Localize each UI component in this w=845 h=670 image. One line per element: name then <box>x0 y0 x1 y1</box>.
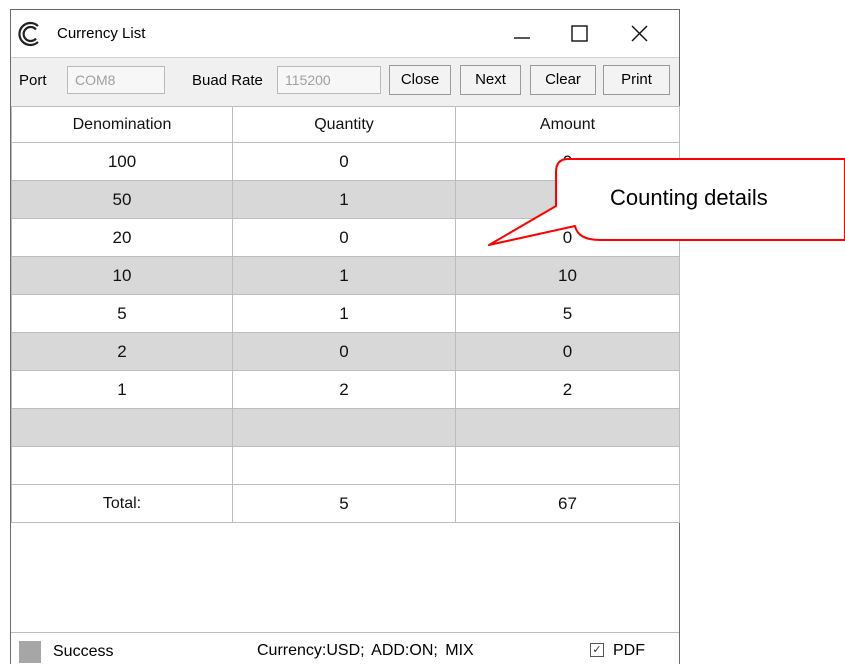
status-indicator <box>19 641 41 663</box>
denomination-cell <box>11 446 233 485</box>
pdf-checkbox[interactable]: ✓ <box>590 643 604 657</box>
table-row: 50 1 <box>11 180 680 219</box>
total-row: Total: 5 67 <box>11 484 680 523</box>
quantity-cell: 1 <box>232 294 456 333</box>
quantity-cell: 2 <box>232 370 456 409</box>
denomination-cell: 50 <box>11 180 233 219</box>
pdf-label: PDF <box>613 642 645 659</box>
amount-cell <box>455 408 680 447</box>
denomination-cell: 10 <box>11 256 233 295</box>
table-row: 2 0 0 <box>11 332 680 371</box>
currency-table: Denomination Quantity Amount 100 0 0 50 … <box>11 106 680 523</box>
maximize-button[interactable] <box>552 10 608 57</box>
title-bar[interactable]: Currency List <box>11 10 679 57</box>
denomination-cell: 1 <box>11 370 233 409</box>
table-row: 10 1 10 <box>11 256 680 295</box>
table-row: 100 0 0 <box>11 142 680 181</box>
total-amount: 67 <box>455 484 680 523</box>
total-label: Total: <box>11 484 233 523</box>
table-row: 5 1 5 <box>11 294 680 333</box>
quantity-cell <box>232 408 456 447</box>
status-text: Success <box>53 643 114 660</box>
denomination-cell: 20 <box>11 218 233 257</box>
amount-cell: 2 <box>455 370 680 409</box>
currency-mode-info: Currency:USD; ADD:ON; MIX <box>257 642 474 659</box>
header-amount: Amount <box>455 106 680 143</box>
close-port-button[interactable]: Close <box>389 65 451 95</box>
table-row <box>11 446 680 485</box>
port-label: Port <box>19 72 47 89</box>
next-button[interactable]: Next <box>460 65 521 95</box>
minimize-icon <box>514 37 530 39</box>
minimize-button[interactable] <box>494 10 550 57</box>
quantity-cell: 1 <box>232 256 456 295</box>
close-icon <box>631 25 648 42</box>
quantity-cell <box>232 446 456 485</box>
table-row <box>11 408 680 447</box>
denomination-cell <box>11 408 233 447</box>
maximize-icon <box>571 25 588 42</box>
table-row: 1 2 2 <box>11 370 680 409</box>
quantity-cell: 0 <box>232 218 456 257</box>
amount-cell: 0 <box>455 218 680 257</box>
total-quantity: 5 <box>232 484 456 523</box>
amount-cell: 5 <box>455 294 680 333</box>
denomination-cell: 5 <box>11 294 233 333</box>
amount-cell: 0 <box>455 142 680 181</box>
close-button[interactable] <box>611 10 667 57</box>
baud-rate-label: Buad Rate <box>192 72 263 89</box>
header-quantity: Quantity <box>232 106 456 143</box>
table-row: 20 0 0 <box>11 218 680 257</box>
window-title: Currency List <box>57 25 146 42</box>
toolbar: Port COM8 Buad Rate 115200 Close Next Cl… <box>11 57 679 106</box>
status-bar: Success Currency:USD; ADD:ON; MIX ✓ PDF <box>11 632 679 665</box>
amount-cell: 10 <box>455 256 680 295</box>
header-denomination: Denomination <box>11 106 233 143</box>
currency-list-window: Currency List Port COM8 Buad Rate 115200… <box>10 9 680 665</box>
quantity-cell: 1 <box>232 180 456 219</box>
denomination-cell: 2 <box>11 332 233 371</box>
table-header-row: Denomination Quantity Amount <box>11 106 680 143</box>
app-logo-icon <box>18 21 39 47</box>
callout-text: Counting details <box>610 185 768 210</box>
amount-cell <box>455 446 680 485</box>
print-button[interactable]: Print <box>603 65 670 95</box>
port-input[interactable]: COM8 <box>67 66 165 94</box>
denomination-cell: 100 <box>11 142 233 181</box>
amount-cell: 0 <box>455 332 680 371</box>
clear-button[interactable]: Clear <box>530 65 596 95</box>
baud-rate-input[interactable]: 115200 <box>277 66 381 94</box>
quantity-cell: 0 <box>232 142 456 181</box>
quantity-cell: 0 <box>232 332 456 371</box>
